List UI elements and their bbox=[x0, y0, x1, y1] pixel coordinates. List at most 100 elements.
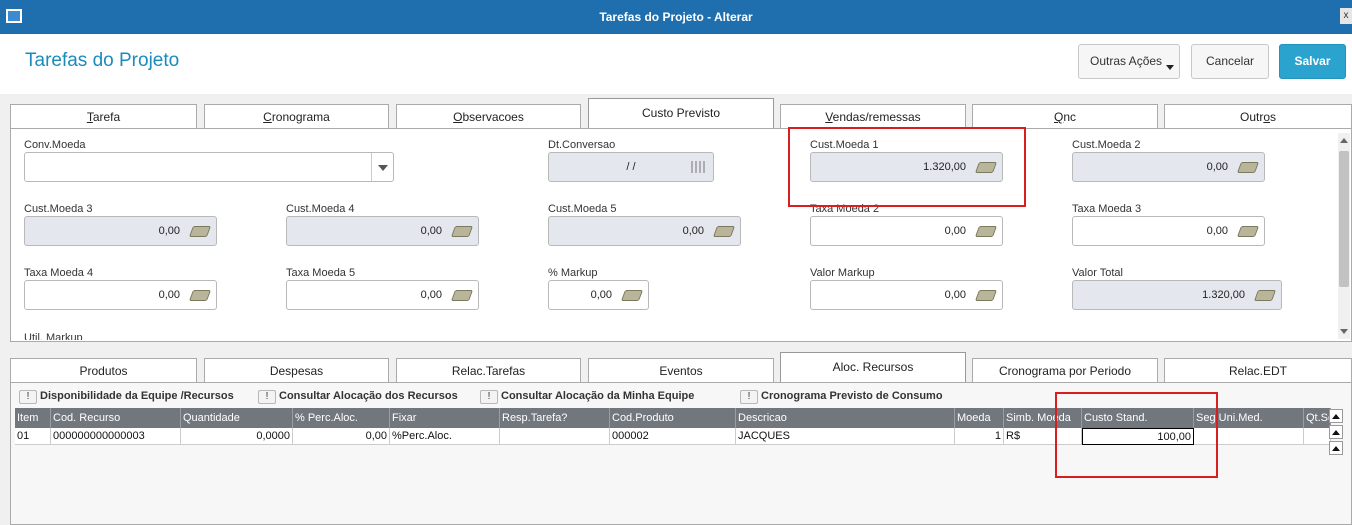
valor-total-field[interactable]: 1.320,00 bbox=[1072, 280, 1282, 310]
coin-stack-icon[interactable] bbox=[188, 226, 212, 237]
markup-field[interactable]: 0,00 bbox=[548, 280, 649, 310]
scroll-up-icon[interactable] bbox=[1329, 441, 1343, 455]
dt-conversao-value: / / bbox=[626, 161, 636, 173]
taxa-moeda-2-field[interactable]: 0,00 bbox=[810, 216, 1003, 246]
cust-moeda-3-value: 0,00 bbox=[158, 225, 180, 237]
cust-moeda-2-field[interactable]: 0,00 bbox=[1072, 152, 1265, 182]
highlight-box-custo-stand bbox=[1055, 392, 1218, 478]
column-header[interactable]: Cod. Recurso bbox=[51, 408, 181, 428]
taxa-moeda-4-field[interactable]: 0,00 bbox=[24, 280, 217, 310]
cust-moeda-5-value: 0,00 bbox=[682, 225, 704, 237]
table-cell[interactable] bbox=[1304, 428, 1331, 445]
coin-stack-icon[interactable] bbox=[620, 290, 644, 301]
column-header[interactable]: Qt.Se bbox=[1304, 408, 1331, 428]
scroll-top-icon[interactable] bbox=[1329, 409, 1343, 423]
tab-cronograma-por-periodo[interactable]: Cronograma por Periodo bbox=[972, 358, 1158, 382]
page-header: Tarefas do Projeto Outras Ações Cancelar… bbox=[0, 34, 1352, 94]
tab-relac-edt[interactable]: Relac.EDT bbox=[1164, 358, 1352, 382]
markup-value: 0,00 bbox=[590, 289, 612, 301]
column-header[interactable]: Item bbox=[15, 408, 51, 428]
table-cell[interactable]: 000000000000003 bbox=[51, 428, 181, 445]
consultar-alocacao-recursos-button[interactable]: ! Consultar Alocação dos Recursos bbox=[258, 390, 458, 404]
valor-total-label: Valor Total bbox=[1072, 267, 1123, 279]
column-header[interactable]: Descricao bbox=[736, 408, 955, 428]
conv-moeda-select[interactable] bbox=[24, 152, 394, 182]
scroll-thumb[interactable] bbox=[1339, 151, 1349, 287]
table-cell[interactable]: 1 bbox=[955, 428, 1004, 445]
coin-stack-icon[interactable] bbox=[974, 290, 998, 301]
coin-stack-icon[interactable] bbox=[712, 226, 736, 237]
table-cell[interactable]: 000002 bbox=[610, 428, 736, 445]
tab-outros[interactable]: Outros bbox=[1164, 104, 1352, 128]
tab-vendas-remessas[interactable]: Vendas/remessas bbox=[780, 104, 966, 128]
tab-eventos[interactable]: Eventos bbox=[588, 358, 774, 382]
close-icon[interactable]: x bbox=[1340, 8, 1352, 24]
taxa-moeda-3-field[interactable]: 0,00 bbox=[1072, 216, 1265, 246]
column-header[interactable]: % Perc.Aloc. bbox=[293, 408, 390, 428]
scroll-down-icon[interactable] bbox=[1340, 329, 1348, 334]
cust-moeda-2-label: Cust.Moeda 2 bbox=[1072, 139, 1141, 151]
taxa-moeda-4-value: 0,00 bbox=[158, 289, 180, 301]
alert-icon: ! bbox=[740, 390, 758, 404]
tab-observacoes[interactable]: Observacoes bbox=[396, 104, 581, 128]
coin-stack-icon[interactable] bbox=[450, 290, 474, 301]
table-cell[interactable]: %Perc.Aloc. bbox=[390, 428, 500, 445]
scroll-page-up-icon[interactable] bbox=[1329, 425, 1343, 439]
alert-icon: ! bbox=[19, 390, 37, 404]
cust-moeda-5-field[interactable]: 0,00 bbox=[548, 216, 741, 246]
cust-moeda-3-field[interactable]: 0,00 bbox=[24, 216, 217, 246]
coin-stack-icon[interactable] bbox=[1236, 226, 1260, 237]
tab-tarefa[interactable]: Tarefa bbox=[10, 104, 197, 128]
consultar-alocacao-recursos-label: Consultar Alocação dos Recursos bbox=[279, 390, 458, 402]
outras-acoes-button[interactable]: Outras Ações bbox=[1078, 44, 1180, 79]
tab-qnc[interactable]: Qnc bbox=[972, 104, 1158, 128]
tab-custo-previsto[interactable]: Custo Previsto bbox=[588, 98, 774, 128]
table-cell[interactable]: 0,0000 bbox=[181, 428, 293, 445]
cust-moeda-4-value: 0,00 bbox=[420, 225, 442, 237]
dt-conversao-field[interactable]: / / bbox=[548, 152, 714, 182]
tab-despesas[interactable]: Despesas bbox=[204, 358, 389, 382]
page-title: Tarefas do Projeto bbox=[25, 50, 180, 71]
cronograma-previsto-label: Cronograma Previsto de Consumo bbox=[761, 390, 943, 402]
calendar-icon[interactable] bbox=[691, 161, 707, 173]
scroll-up-icon[interactable] bbox=[1340, 138, 1348, 143]
coin-stack-icon[interactable] bbox=[1236, 162, 1260, 173]
consultar-alocacao-equipe-button[interactable]: ! Consultar Alocação da Minha Equipe bbox=[480, 390, 694, 404]
tab-aloc-recursos[interactable]: Aloc. Recursos bbox=[780, 352, 966, 382]
coin-stack-icon[interactable] bbox=[974, 226, 998, 237]
tab-produtos[interactable]: Produtos bbox=[10, 358, 197, 382]
table-cell[interactable]: 0,00 bbox=[293, 428, 390, 445]
table-cell[interactable] bbox=[500, 428, 610, 445]
cancel-button[interactable]: Cancelar bbox=[1191, 44, 1269, 79]
highlight-box-cust-moeda-1 bbox=[788, 127, 1026, 207]
cust-moeda-4-field[interactable]: 0,00 bbox=[286, 216, 479, 246]
coin-stack-icon[interactable] bbox=[1253, 290, 1277, 301]
column-header[interactable]: Resp.Tarefa? bbox=[500, 408, 610, 428]
chevron-down-icon[interactable] bbox=[371, 153, 393, 181]
coin-stack-icon[interactable] bbox=[450, 226, 474, 237]
column-header[interactable]: Moeda bbox=[955, 408, 1004, 428]
taxa-moeda-3-label: Taxa Moeda 3 bbox=[1072, 203, 1142, 215]
valor-markup-field[interactable]: 0,00 bbox=[810, 280, 1003, 310]
util-markup-label: Util. Markup bbox=[24, 332, 83, 340]
column-header[interactable]: Cod.Produto bbox=[610, 408, 736, 428]
taxa-moeda-2-value: 0,00 bbox=[944, 225, 966, 237]
table-cell[interactable]: JACQUES bbox=[736, 428, 955, 445]
grid-scrollbar[interactable] bbox=[1329, 409, 1345, 524]
table-cell[interactable]: 01 bbox=[15, 428, 51, 445]
column-header[interactable]: Fixar bbox=[390, 408, 500, 428]
coin-stack-icon[interactable] bbox=[188, 290, 212, 301]
disponibilidade-button[interactable]: ! Disponibilidade da Equipe /Recursos bbox=[19, 390, 234, 404]
taxa-moeda-5-field[interactable]: 0,00 bbox=[286, 280, 479, 310]
taxa-moeda-3-value: 0,00 bbox=[1206, 225, 1228, 237]
custo-previsto-panel: Conv.Moeda Dt.Conversao / / Cust.Moeda 1… bbox=[10, 128, 1352, 342]
cust-moeda-5-label: Cust.Moeda 5 bbox=[548, 203, 617, 215]
cronograma-previsto-button[interactable]: ! Cronograma Previsto de Consumo bbox=[740, 390, 943, 404]
valor-markup-value: 0,00 bbox=[944, 289, 966, 301]
panel-scrollbar[interactable] bbox=[1338, 133, 1350, 339]
save-button[interactable]: Salvar bbox=[1279, 44, 1346, 79]
chevron-down-icon bbox=[1166, 65, 1174, 70]
column-header[interactable]: Quantidade bbox=[181, 408, 293, 428]
tab-relac-tarefas[interactable]: Relac.Tarefas bbox=[396, 358, 581, 382]
tab-cronograma[interactable]: Cronograma bbox=[204, 104, 389, 128]
